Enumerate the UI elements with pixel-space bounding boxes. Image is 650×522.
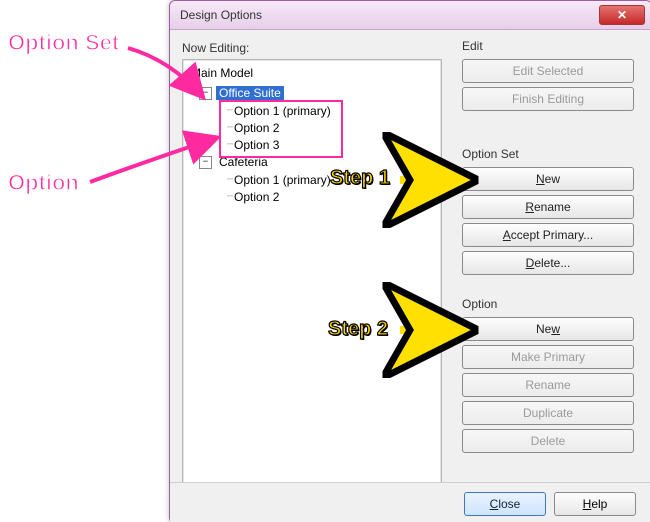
- tree-set-office-suite[interactable]: − Office Suite: [199, 84, 437, 102]
- window-close-button[interactable]: ✕: [599, 5, 645, 25]
- tree-connector-icon: ⋯: [227, 191, 232, 202]
- option-make-primary-button: Make Primary: [462, 345, 634, 369]
- option-set-section-label: Option Set: [462, 147, 519, 161]
- edit-section-label: Edit: [462, 39, 483, 53]
- titlebar: Design Options ✕: [170, 1, 650, 30]
- collapse-icon[interactable]: −: [199, 156, 212, 169]
- dialog-footer: Close Help: [170, 482, 650, 522]
- option-new-button[interactable]: New: [462, 317, 634, 341]
- edit-selected-button: Edit Selected: [462, 59, 634, 83]
- option-duplicate-button: Duplicate: [462, 401, 634, 425]
- tree-connector-icon: ⋯: [227, 122, 232, 133]
- tree-set-label: Office Suite: [216, 86, 284, 100]
- option-tree[interactable]: Main Model − Office Suite ⋯Option 1 (pri…: [182, 59, 442, 485]
- option-set-rename-button[interactable]: Rename: [462, 195, 634, 219]
- dialog-body: Now Editing: Main Model − Office Suite ⋯…: [170, 29, 650, 522]
- now-editing-label: Now Editing:: [182, 41, 639, 55]
- close-button[interactable]: Close: [464, 492, 546, 516]
- option-section-label: Option: [462, 297, 497, 311]
- option-delete-button: Delete: [462, 429, 634, 453]
- tree-inner: Main Model − Office Suite ⋯Option 1 (pri…: [183, 60, 441, 209]
- tree-option-label: Option 3: [234, 138, 279, 152]
- collapse-icon[interactable]: −: [199, 87, 212, 100]
- help-button[interactable]: Help: [554, 492, 636, 516]
- close-icon: ✕: [617, 8, 627, 22]
- tree-set-cafeteria[interactable]: − Cafeteria: [199, 153, 437, 171]
- tree-option[interactable]: ⋯Option 2: [227, 188, 437, 205]
- annotation-option-set-label: Option Set: [8, 30, 119, 56]
- option-rename-button: Rename: [462, 373, 634, 397]
- option-set-accept-primary-button[interactable]: Accept Primary...: [462, 223, 634, 247]
- tree-option[interactable]: ⋯Option 2: [227, 119, 437, 136]
- tree-option[interactable]: ⋯Option 1 (primary): [227, 102, 437, 119]
- tree-option-label: Option 2: [234, 121, 279, 135]
- design-options-dialog: Design Options ✕ Now Editing: Main Model…: [169, 0, 650, 522]
- tree-root[interactable]: Main Model: [187, 64, 437, 82]
- tree-option-label: Option 1 (primary): [234, 173, 331, 187]
- option-set-delete-button[interactable]: Delete...: [462, 251, 634, 275]
- tree-connector-icon: ⋯: [227, 139, 232, 150]
- tree-connector-icon: ⋯: [227, 105, 232, 116]
- annotation-option-label: Option: [8, 170, 79, 196]
- tree-connector-icon: ⋯: [227, 174, 232, 185]
- option-set-new-button[interactable]: New: [462, 167, 634, 191]
- tree-option[interactable]: ⋯Option 3: [227, 136, 437, 153]
- tree-option[interactable]: ⋯Option 1 (primary): [227, 171, 437, 188]
- finish-editing-button: Finish Editing: [462, 87, 634, 111]
- dialog-title: Design Options: [180, 8, 262, 22]
- tree-option-label: Option 1 (primary): [234, 104, 331, 118]
- tree-option-label: Option 2: [234, 190, 279, 204]
- tree-set-label: Cafeteria: [216, 155, 271, 169]
